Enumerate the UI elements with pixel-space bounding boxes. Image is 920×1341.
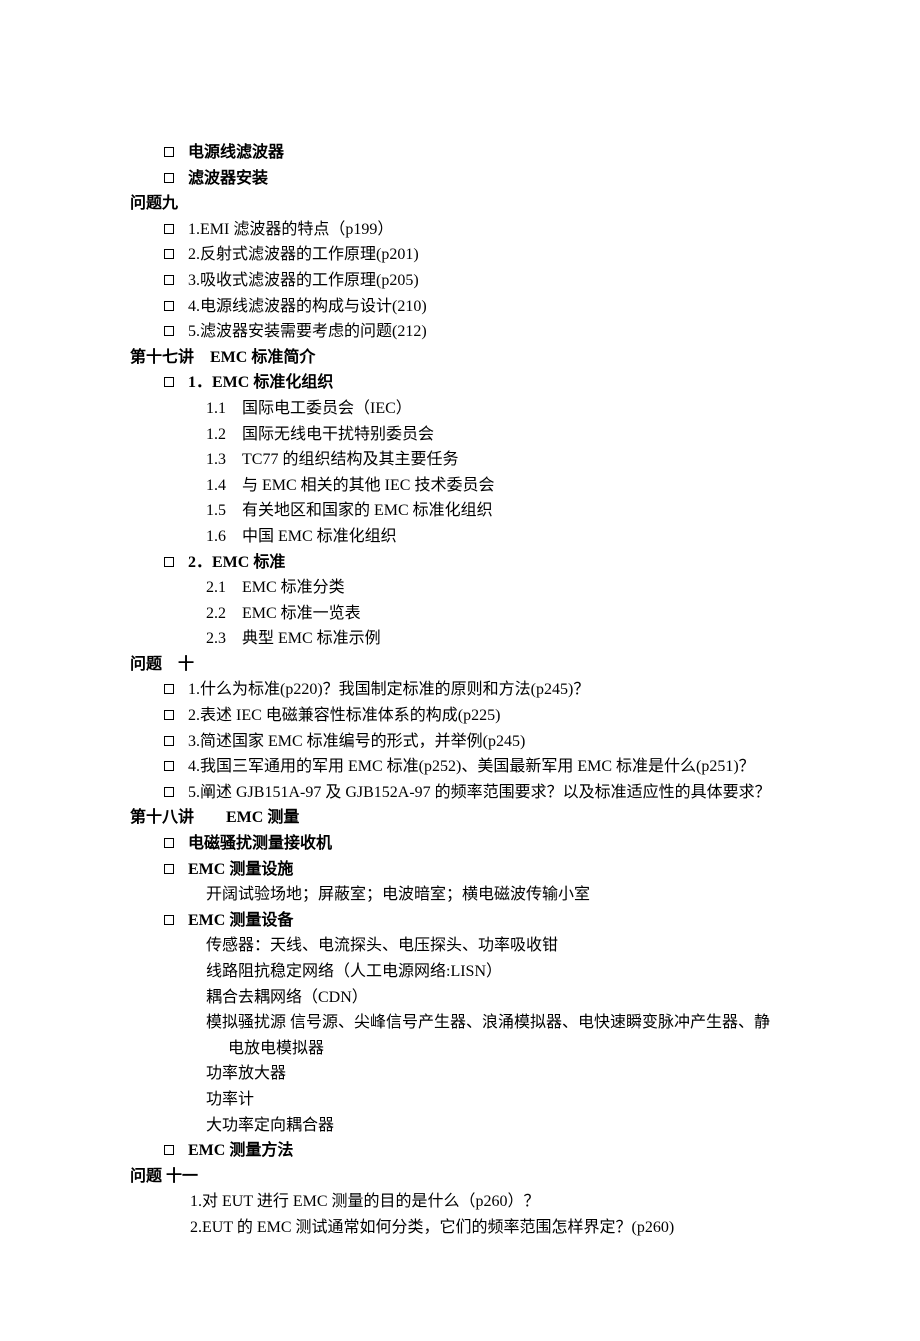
text: 2．EMC 标准 (164, 550, 285, 576)
lec17-sec2-item: 2.1 EMC 标准分类 (130, 575, 800, 601)
lec17-sec1-item: 1.2 国际无线电干扰特别委员会 (130, 422, 800, 448)
lec17-sec2-item: 2.2 EMC 标准一览表 (130, 601, 800, 627)
text: 1．EMC 标准化组织 (164, 370, 333, 396)
text: EMC 测量方法 (164, 1138, 293, 1164)
lec18-item: EMC 测量设备 (130, 908, 800, 934)
q9-item: 1.EMI 滤波器的特点（p199） (130, 217, 800, 243)
text: 1.EMI 滤波器的特点（p199） (164, 217, 393, 243)
q9-title: 问题九 (130, 191, 800, 217)
lec18-sub: 开阔试验场地；屏蔽室；电波暗室；横电磁波传输小室 (130, 882, 800, 908)
lec17-sec1-item: 1.6 中国 EMC 标准化组织 (130, 524, 800, 550)
q10-item: 4.我国三军通用的军用 EMC 标准(p252)、美国最新军用 EMC 标准是什… (130, 754, 800, 780)
text: 5.阐述 GJB151A-97 及 GJB152A-97 的频率范围要求？以及标… (164, 780, 771, 806)
q11-item: 2.EUT 的 EMC 测试通常如何分类，它们的频率范围怎样界定？(p260) (130, 1215, 800, 1241)
lec18-sub: 线路阻抗稳定网络（人工电源网络:LISN） (130, 959, 800, 985)
text: 3.吸收式滤波器的工作原理(p205) (164, 268, 419, 294)
lec17-sec1-item: 1.4 与 EMC 相关的其他 IEC 技术委员会 (130, 473, 800, 499)
text: 2.反射式滤波器的工作原理(p201) (164, 242, 419, 268)
text: EMC 测量设施 (164, 857, 293, 883)
lec17-title: 第十七讲 EMC 标准简介 (130, 345, 800, 371)
text: 4.电源线滤波器的构成与设计(210) (164, 294, 427, 320)
q9-item: 4.电源线滤波器的构成与设计(210) (130, 294, 800, 320)
lec18-sub: 耦合去耦网络（CDN） (130, 985, 800, 1011)
q10-item: 5.阐述 GJB151A-97 及 GJB152A-97 的频率范围要求？以及标… (130, 780, 800, 806)
lec17-sec1-heading: 1．EMC 标准化组织 (130, 370, 800, 396)
text: 1.什么为标准(p220)？我国制定标准的原则和方法(p245)？ (164, 677, 589, 703)
text: 3.简述国家 EMC 标准编号的形式，并举例(p245) (164, 729, 525, 755)
q11-title: 问题 十一 (130, 1164, 800, 1190)
lec17-sec2-heading: 2．EMC 标准 (130, 550, 800, 576)
lec18-item: 电磁骚扰测量接收机 (130, 831, 800, 857)
lec18-sub: 功率计 (130, 1087, 800, 1113)
pre-item-1: 电源线滤波器 (130, 140, 800, 166)
lec17-sec2-item: 2.3 典型 EMC 标准示例 (130, 626, 800, 652)
lec18-sub: 大功率定向耦合器 (130, 1113, 800, 1139)
lec18-sub: 电放电模拟器 (130, 1036, 800, 1062)
q10-title: 问题 十 (130, 652, 800, 678)
text: 滤波器安装 (164, 166, 268, 192)
q10-item: 1.什么为标准(p220)？我国制定标准的原则和方法(p245)？ (130, 677, 800, 703)
pre-item-2: 滤波器安装 (130, 166, 800, 192)
lec18-title: 第十八讲 EMC 测量 (130, 805, 800, 831)
lec18-item: EMC 测量方法 (130, 1138, 800, 1164)
text: 5.滤波器安装需要考虑的问题(212) (164, 319, 427, 345)
lec17-sec1-item: 1.5 有关地区和国家的 EMC 标准化组织 (130, 498, 800, 524)
text: 4.我国三军通用的军用 EMC 标准(p252)、美国最新军用 EMC 标准是什… (164, 754, 755, 780)
lec17-sec1-item: 1.3 TC77 的组织结构及其主要任务 (130, 447, 800, 473)
lec18-sub: 模拟骚扰源 信号源、尖峰信号产生器、浪涌模拟器、电快速瞬变脉冲产生器、静 (130, 1010, 800, 1036)
lec18-sub: 传感器：天线、电流探头、电压探头、功率吸收钳 (130, 933, 800, 959)
text: 电磁骚扰测量接收机 (164, 831, 332, 857)
lec17-sec1-item: 1.1 国际电工委员会（IEC） (130, 396, 800, 422)
text: 电源线滤波器 (164, 140, 284, 166)
text: EMC 测量设备 (164, 908, 293, 934)
text: 2.表述 IEC 电磁兼容性标准体系的构成(p225) (164, 703, 500, 729)
q10-item: 2.表述 IEC 电磁兼容性标准体系的构成(p225) (130, 703, 800, 729)
q9-item: 5.滤波器安装需要考虑的问题(212) (130, 319, 800, 345)
q11-item: 1.对 EUT 进行 EMC 测量的目的是什么（p260）？ (130, 1189, 800, 1215)
q9-item: 2.反射式滤波器的工作原理(p201) (130, 242, 800, 268)
q10-item: 3.简述国家 EMC 标准编号的形式，并举例(p245) (130, 729, 800, 755)
lec18-sub: 功率放大器 (130, 1061, 800, 1087)
lec18-item: EMC 测量设施 (130, 857, 800, 883)
q9-item: 3.吸收式滤波器的工作原理(p205) (130, 268, 800, 294)
